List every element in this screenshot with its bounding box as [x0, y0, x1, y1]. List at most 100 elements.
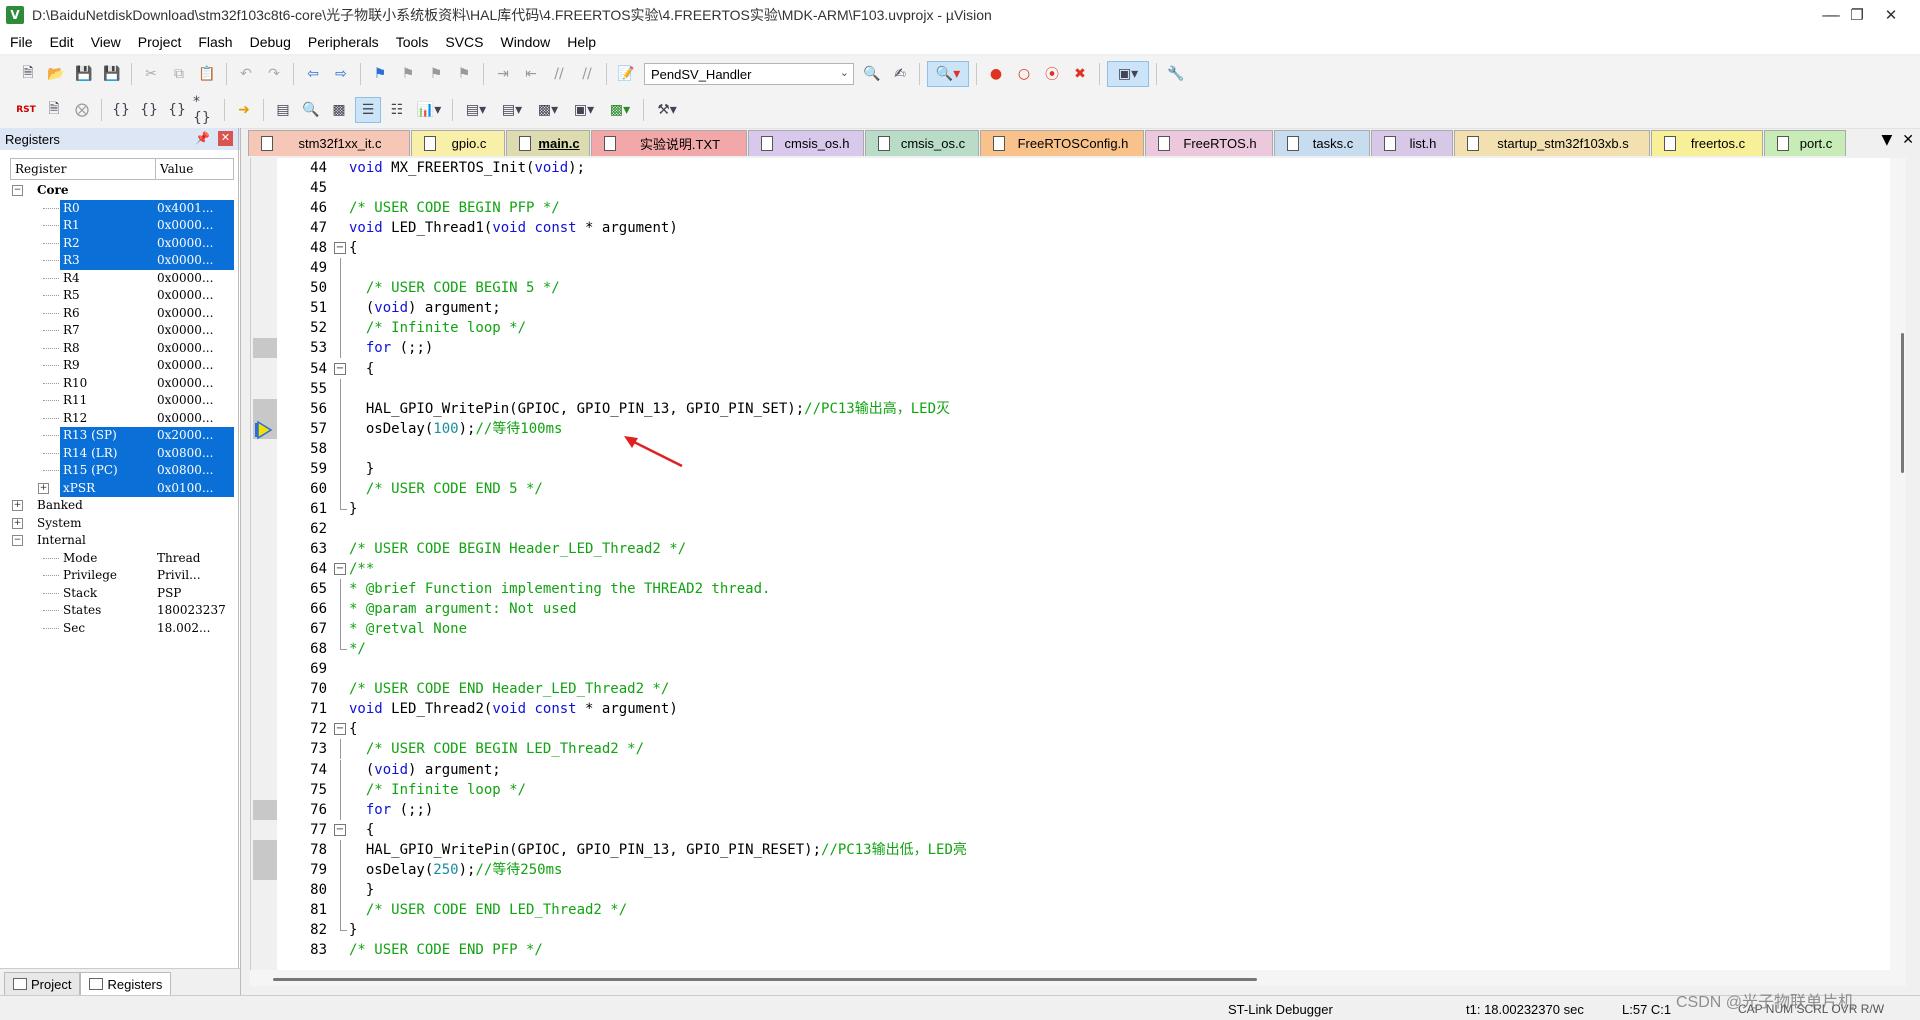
vertical-scrollbar[interactable] [1890, 158, 1906, 970]
register-row[interactable]: R0 0x4001... [0, 199, 240, 217]
incremental-find-icon[interactable]: ✍ [888, 62, 912, 86]
register-row[interactable]: R5 0x0000... [0, 287, 240, 305]
register-row[interactable]: Sec 18.002... [0, 620, 240, 638]
code-line[interactable]: 76 for (;;) [251, 800, 1891, 820]
file-tab[interactable]: tasks.c [1274, 130, 1370, 156]
collapse-icon[interactable]: − [12, 185, 23, 196]
comment-icon[interactable]: // [547, 62, 571, 86]
code-line[interactable]: 48−{ [251, 238, 1891, 258]
enable-breakpoint-icon[interactable]: ○ [1012, 62, 1036, 86]
code-line[interactable]: 47 void LED_Thread1(void const * argument… [251, 218, 1891, 238]
register-row[interactable]: R4 0x0000... [0, 270, 240, 288]
show-next-statement-icon[interactable]: ➜ [232, 98, 256, 122]
undo-icon[interactable]: ↶ [234, 62, 258, 86]
code-line[interactable]: 57 osDelay(100);//等待100ms [251, 419, 1891, 439]
navigate-back-icon[interactable]: ⇦ [301, 62, 325, 86]
register-value[interactable]: PSP [157, 586, 181, 600]
register-row[interactable]: R7 0x0000... [0, 322, 240, 340]
register-value[interactable]: 0x0000... [157, 341, 213, 355]
code-line[interactable]: 83 /* USER CODE END PFP */ [251, 940, 1891, 960]
code-line[interactable]: 58 [251, 439, 1891, 459]
code-line[interactable]: 59 } [251, 459, 1891, 479]
code-line[interactable]: 74 (void) argument; [251, 760, 1891, 780]
code-line[interactable]: 50 /* USER CODE BEGIN 5 */ [251, 278, 1891, 298]
menu-edit[interactable]: Edit [43, 30, 81, 54]
register-row[interactable]: Privilege Privil... [0, 567, 240, 585]
register-value[interactable]: 0x0000... [157, 253, 213, 267]
register-row[interactable]: + xPSR 0x0100... [0, 479, 240, 497]
kill-breakpoints-icon[interactable]: ✖ [1068, 62, 1092, 86]
serial-window-icon[interactable]: ▤▾ [496, 98, 528, 122]
code-line[interactable]: 62 [251, 519, 1891, 539]
register-row[interactable]: R3 0x0000... [0, 252, 240, 270]
code-line[interactable]: 71 void LED_Thread2(void const * argument… [251, 699, 1891, 719]
find-in-files-icon[interactable]: 📝 [614, 62, 638, 86]
code-line[interactable]: 68 */ [251, 639, 1891, 659]
code-line[interactable]: 79 osDelay(250);//等待250ms [251, 860, 1891, 880]
col-register[interactable]: Register [11, 159, 156, 179]
disassembly-window-icon[interactable]: 🔍 [299, 98, 323, 122]
expand-icon[interactable]: + [38, 482, 49, 494]
register-value[interactable]: 0x0000... [157, 218, 213, 232]
clear-bookmarks-icon[interactable]: ⚑ [452, 62, 476, 86]
register-row[interactable]: R14 (LR) 0x0800... [0, 444, 240, 462]
register-value[interactable]: 0x0000... [157, 306, 213, 320]
tab-list-icon[interactable]: ▼ [1881, 132, 1892, 148]
file-tab[interactable]: cmsis_os.c [865, 130, 979, 156]
fold-collapse-icon[interactable]: − [334, 363, 346, 375]
register-row[interactable]: R11 0x0000... [0, 392, 240, 410]
code-line[interactable]: 73 /* USER CODE BEGIN LED_Thread2 */ [251, 739, 1891, 759]
reset-icon[interactable]: RST [14, 98, 38, 122]
step-out-icon[interactable]: {} [165, 98, 189, 122]
register-value[interactable]: 0x0000... [157, 393, 213, 407]
executable-line-marker[interactable] [253, 800, 277, 820]
register-row[interactable]: Stack PSP [0, 585, 240, 603]
file-tab[interactable]: FreeRTOSConfig.h [980, 130, 1144, 156]
stop-icon[interactable]: ⨂ [70, 98, 94, 122]
bookmark-icon[interactable]: ⚑ [368, 62, 392, 86]
code-line[interactable]: 56 HAL_GPIO_WritePin(GPIOC, GPIO_PIN_13,… [251, 399, 1891, 419]
register-value[interactable]: 0x0000... [157, 411, 213, 425]
executable-line-marker[interactable] [253, 399, 277, 419]
code-line[interactable]: 70 /* USER CODE END Header_LED_Thread2 */ [251, 679, 1891, 699]
trace-window-icon[interactable]: ▣▾ [568, 98, 600, 122]
code-line[interactable]: 80 } [251, 880, 1891, 900]
memory-window-icon[interactable]: ▤▾ [460, 98, 492, 122]
code-line[interactable]: 51 (void) argument; [251, 298, 1891, 318]
file-tab[interactable]: 实验说明.TXT [591, 130, 747, 156]
register-value[interactable]: 0x0000... [157, 376, 213, 390]
file-tab[interactable]: FreeRTOS.h [1145, 130, 1273, 156]
code-line[interactable]: 61} [251, 499, 1891, 519]
close-panel-icon[interactable]: ✕ [218, 131, 233, 146]
register-row[interactable]: − Internal [0, 532, 240, 550]
code-editor[interactable]: 44 void MX_FREERTOS_Init(void); 45 46/* USE… [250, 158, 1891, 970]
register-row[interactable]: R9 0x0000... [0, 357, 240, 375]
system-viewer-icon[interactable]: ▩▾ [604, 98, 636, 122]
code-line[interactable]: 55 [251, 379, 1891, 399]
expand-icon[interactable]: + [12, 517, 23, 529]
navigate-forward-icon[interactable]: ⇨ [329, 62, 353, 86]
code-line[interactable]: 63 /* USER CODE BEGIN Header_LED_Thread2 … [251, 539, 1891, 559]
register-row[interactable]: R1 0x0000... [0, 217, 240, 235]
register-row[interactable]: R2 0x0000... [0, 234, 240, 252]
save-icon[interactable]: 💾 [72, 62, 96, 86]
code-line[interactable]: 65 * @brief Function implementing the THR… [251, 579, 1891, 599]
menu-project[interactable]: Project [131, 30, 189, 54]
register-row[interactable]: R13 (SP) 0x2000... [0, 427, 240, 445]
fold-collapse-icon[interactable]: − [334, 242, 346, 254]
run-to-cursor-icon[interactable]: *{} [193, 94, 217, 126]
menu-help[interactable]: Help [560, 30, 603, 54]
code-line[interactable]: 77− { [251, 820, 1891, 840]
run-icon[interactable]: 🗎 [42, 98, 66, 122]
executable-line-marker[interactable] [253, 860, 277, 880]
file-tab[interactable]: list.h [1371, 130, 1453, 156]
code-line[interactable]: 81 /* USER CODE END LED_Thread2 */ [251, 900, 1891, 920]
step-over-icon[interactable]: {} [137, 98, 161, 122]
menu-tools[interactable]: Tools [389, 30, 436, 54]
register-row[interactable]: R8 0x0000... [0, 340, 240, 358]
code-line[interactable]: 52 /* Infinite loop */ [251, 318, 1891, 338]
file-tab[interactable]: gpio.c [411, 130, 505, 156]
register-row[interactable]: − Core [0, 182, 240, 200]
register-value[interactable]: Privil... [157, 568, 201, 582]
menu-debug[interactable]: Debug [243, 30, 298, 54]
